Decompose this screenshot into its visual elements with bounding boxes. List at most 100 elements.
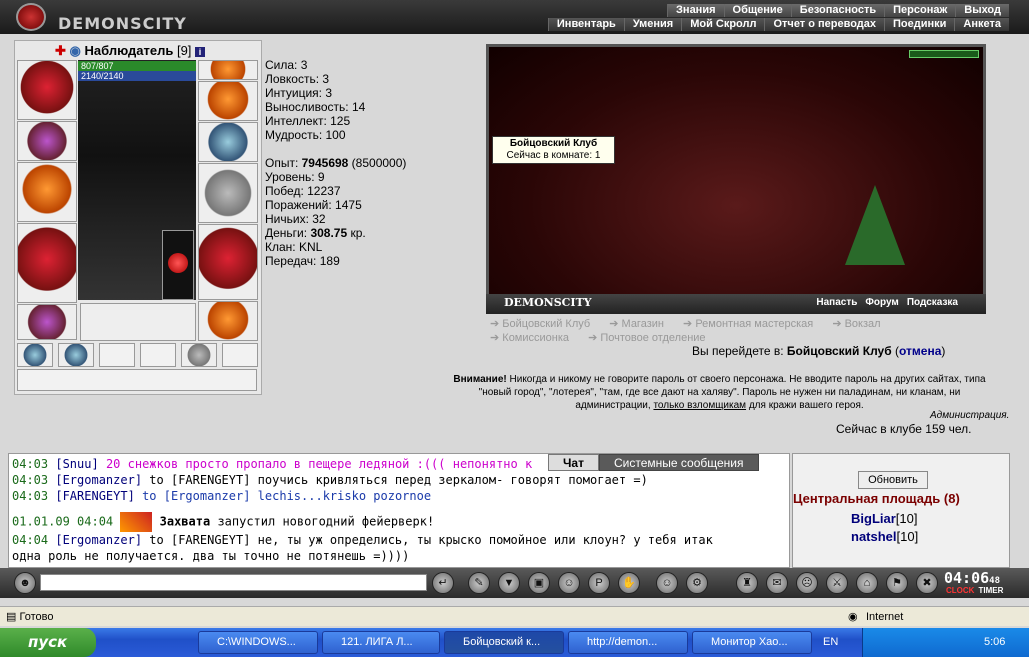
- scroll-slot-5[interactable]: [181, 343, 217, 367]
- menu-skills[interactable]: Умения: [623, 18, 682, 31]
- scroll-slot-3[interactable]: [99, 343, 135, 367]
- menu-communication[interactable]: Общение: [723, 4, 791, 17]
- logo-emblem-icon: [16, 3, 46, 31]
- user-entry[interactable]: natshel[10]: [851, 529, 918, 544]
- location-fight-club[interactable]: ➔ Бойцовский Клуб: [490, 318, 598, 330]
- stat-level: Уровень: 9: [265, 170, 325, 184]
- tooltip-title: Бойцовский Клуб: [509, 138, 598, 149]
- stat-intellect: Интеллект: 125: [265, 114, 351, 128]
- start-button[interactable]: пуск: [0, 628, 96, 657]
- game-brand: DEMONSCITY: [504, 296, 592, 309]
- stat-endurance: Выносливость: 14: [265, 100, 366, 114]
- rings-slot[interactable]: [198, 81, 258, 121]
- location-post-office[interactable]: ➔ Почтовое отделение: [588, 332, 713, 344]
- stat-intuition: Интуиция: 3: [265, 86, 333, 100]
- menu-knowledge[interactable]: Знания: [667, 4, 724, 17]
- scroll-row-2[interactable]: [17, 369, 257, 391]
- task-liga[interactable]: 121. ЛИГА Л...: [322, 631, 440, 654]
- shield-slot[interactable]: [198, 163, 258, 223]
- chat-input[interactable]: [40, 574, 427, 591]
- smile-icon[interactable]: ☺: [656, 572, 678, 594]
- settings-icon[interactable]: ⚙: [686, 572, 708, 594]
- security-warning: Внимание! Никогда и никому не говорите п…: [453, 374, 986, 411]
- game-view[interactable]: [486, 44, 986, 314]
- scroll-slot-6[interactable]: [222, 343, 258, 367]
- earrings-slot[interactable]: [198, 60, 258, 80]
- spell-slots[interactable]: [80, 303, 196, 341]
- mana-bar: 2140/2140: [78, 71, 196, 81]
- character-level: [9]: [176, 43, 192, 58]
- weapon-slot[interactable]: [17, 162, 77, 222]
- clock-label[interactable]: CLOCK: [944, 586, 976, 595]
- send-icon[interactable]: ↵: [432, 572, 454, 594]
- task-monitor[interactable]: Монитор Хао...: [692, 631, 812, 654]
- lock-icon[interactable]: ⌂: [856, 572, 878, 594]
- gloves-slot[interactable]: [198, 122, 258, 162]
- tab-chat[interactable]: Чат: [548, 454, 599, 471]
- face-icon[interactable]: ☹: [796, 572, 818, 594]
- hint-link[interactable]: Подсказка: [907, 297, 958, 308]
- character-name[interactable]: Наблюдатель: [85, 43, 174, 58]
- cancel-link[interactable]: отмена: [899, 344, 941, 358]
- hand-icon[interactable]: ✋: [618, 572, 640, 594]
- tray-clock[interactable]: 5:06: [984, 636, 1005, 648]
- location-station[interactable]: ➔ Вокзал: [832, 318, 888, 330]
- flag-icon[interactable]: ⚑: [886, 572, 908, 594]
- amulet-slot[interactable]: [162, 230, 194, 300]
- refresh-button[interactable]: Обновить: [858, 471, 928, 489]
- scroll-icon[interactable]: ✉: [766, 572, 788, 594]
- fight-icon[interactable]: ⚔: [826, 572, 848, 594]
- menu-transfers-report[interactable]: Отчет о переводах: [764, 18, 885, 31]
- info-icon[interactable]: i: [195, 47, 206, 57]
- boots-slot[interactable]: [198, 301, 258, 341]
- scroll-slot-1[interactable]: [17, 343, 53, 367]
- stat-strength: Сила: 3: [265, 58, 308, 72]
- scroll-slot-4[interactable]: [140, 343, 176, 367]
- room-title: Центральная площадь (8): [793, 491, 960, 506]
- menu-character[interactable]: Персонаж: [884, 4, 956, 17]
- scroll-slot-2[interactable]: [58, 343, 94, 367]
- sub-menu: Инвентарь Умения Мой Скролл Отчет о пере…: [547, 18, 1009, 31]
- private-icon[interactable]: P: [588, 572, 610, 594]
- game-footer: DEMONSCITY Напасть Форум Подсказка: [486, 294, 986, 314]
- helmet-slot[interactable]: [17, 60, 77, 120]
- game-clock: 04:0648: [944, 569, 1000, 587]
- stat-experience: Опыт: 7945698 (8500000): [265, 156, 407, 170]
- menu-inventory[interactable]: Инвентарь: [547, 18, 624, 31]
- stat-transfers: Передач: 189: [265, 254, 340, 268]
- main-menu: Знания Общение Безопасность Персонаж Вых…: [667, 4, 1009, 17]
- stat-wisdom: Мудрость: 100: [265, 128, 346, 142]
- legs-slot[interactable]: [198, 224, 258, 300]
- menu-exit[interactable]: Выход: [955, 4, 1009, 17]
- menu-battles[interactable]: Поединки: [884, 18, 955, 31]
- christmas-tree: [845, 185, 905, 265]
- attack-link[interactable]: Напасть: [816, 297, 857, 308]
- task-fight-club[interactable]: Бойцовский к...: [444, 631, 564, 654]
- belt-slot[interactable]: [17, 304, 77, 340]
- menu-security[interactable]: Безопасность: [790, 4, 885, 17]
- forum-link[interactable]: Форум: [865, 297, 898, 308]
- location-repair[interactable]: ➔ Ремонтная мастерская: [683, 318, 821, 330]
- location-tooltip: Бойцовский Клуб Сейчас в комнате: 1: [492, 136, 615, 164]
- person-icon[interactable]: ☺: [558, 572, 580, 594]
- clear-icon[interactable]: ✎: [468, 572, 490, 594]
- task-cmd[interactable]: C:\WINDOWS...: [198, 631, 318, 654]
- warning-signature: Администрация.: [930, 410, 1010, 421]
- speak-icon[interactable]: ☻: [14, 572, 36, 594]
- bracer-slot[interactable]: [17, 121, 77, 161]
- filter-icon[interactable]: ▼: [498, 572, 520, 594]
- exit-icon[interactable]: ✖: [916, 572, 938, 594]
- language-indicator[interactable]: EN: [823, 636, 838, 648]
- location-commission[interactable]: ➔ Комиссионка: [490, 332, 577, 344]
- armor-slot[interactable]: [17, 223, 77, 303]
- timer-label[interactable]: TIMER: [976, 586, 1005, 595]
- inventory-icon[interactable]: ♜: [736, 572, 758, 594]
- user-entry[interactable]: BigLiar[10]: [851, 511, 917, 526]
- menu-profile[interactable]: Анкета: [954, 18, 1009, 31]
- menu-my-scroll[interactable]: Мой Скролл: [681, 18, 765, 31]
- location-shop[interactable]: ➔ Магазин: [609, 318, 672, 330]
- tab-system-messages[interactable]: Системные сообщения: [598, 454, 759, 471]
- task-demoncity[interactable]: http://demon...: [568, 631, 688, 654]
- chat-line: 04:03 [FARENGEYT] to [Ergomanzer] lechis…: [12, 489, 432, 503]
- save-icon[interactable]: ▣: [528, 572, 550, 594]
